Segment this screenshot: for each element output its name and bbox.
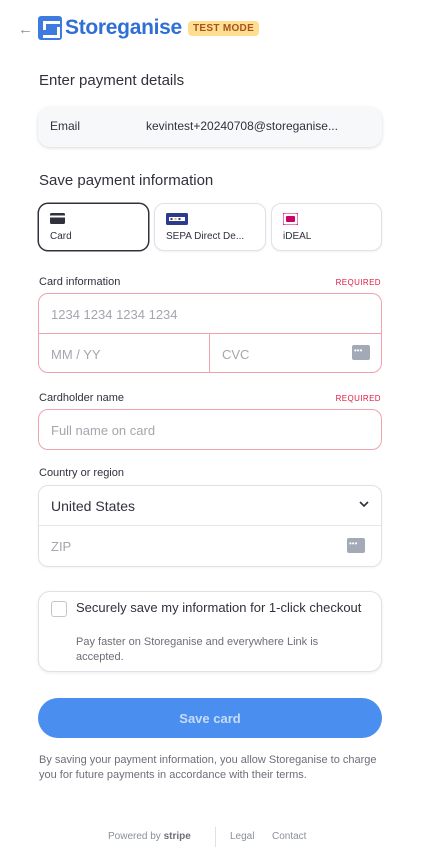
consent-text: By saving your payment information, you … [39, 754, 377, 781]
email-label: Email [50, 119, 81, 133]
country-select[interactable]: United States [39, 486, 381, 526]
back-arrow-icon[interactable]: ← [18, 22, 33, 38]
chevron-down-icon [359, 501, 369, 508]
card-icon [50, 213, 65, 224]
ideal-icon [283, 213, 298, 225]
powered-by-text: Powered by [108, 831, 161, 842]
footer-divider [215, 827, 216, 847]
country-value: United States [51, 498, 136, 514]
powered-by[interactable]: Powered by stripe [108, 831, 191, 842]
cvc-input[interactable]: CVC [210, 334, 381, 372]
expiry-input[interactable]: MM / YY [39, 334, 210, 372]
stripe-logo: stripe [163, 831, 191, 842]
save-card-button[interactable]: Save card [38, 698, 382, 738]
card-number-input[interactable]: 1234 1234 1234 1234 [39, 294, 381, 334]
storeganise-logo-icon [38, 16, 62, 40]
cvc-placeholder: CVC [222, 347, 250, 362]
country-region-label: Country or region [39, 467, 124, 479]
card-information-group: 1234 1234 1234 1234 MM / YY CVC [38, 293, 382, 373]
email-value: kevintest+20240708@storeganise... [146, 119, 338, 133]
header: ← Storeganise TEST MODE [0, 14, 433, 46]
payment-method-sepa-tab[interactable]: SEPA Direct De... [154, 203, 266, 251]
email-row: Email kevintest+20240708@storeganise... [38, 107, 382, 147]
sepa-icon [166, 213, 188, 225]
link-save-info-box: Securely save my information for 1-click… [38, 591, 382, 672]
save-info-checkbox[interactable] [51, 601, 67, 617]
cvc-card-icon [352, 345, 370, 360]
payment-method-label: SEPA Direct De... [166, 231, 245, 242]
autofill-icon [347, 538, 365, 553]
country-address-group: United States ZIP [38, 485, 382, 567]
legal-link[interactable]: Legal [230, 831, 254, 842]
contact-link[interactable]: Contact [272, 831, 306, 842]
payment-method-ideal-tab[interactable]: iDEAL [271, 203, 382, 251]
zip-input[interactable]: ZIP [39, 526, 381, 566]
cardholder-name-label: Cardholder name [39, 392, 124, 404]
card-information-label: Card information [39, 276, 121, 288]
payment-method-label: iDEAL [283, 231, 312, 242]
cardholder-name-placeholder: Full name on card [51, 423, 156, 438]
save-info-description: Pay faster on Storeganise and everywhere… [76, 636, 319, 663]
card-number-placeholder: 1234 1234 1234 1234 [51, 307, 178, 322]
brand-name: Storeganise [65, 16, 182, 39]
payment-method-label: Card [50, 231, 72, 242]
test-mode-badge: TEST MODE [188, 21, 260, 36]
save-info-title[interactable]: Securely save my information for 1-click… [76, 600, 366, 616]
save-payment-title: Save payment information [39, 172, 214, 189]
brand-logo: Storeganise [38, 16, 182, 40]
cardholder-name-input[interactable]: Full name on card [38, 409, 382, 450]
zip-placeholder: ZIP [51, 539, 72, 554]
required-indicator: REQUIRED [335, 394, 381, 403]
payment-details-title: Enter payment details [39, 72, 185, 89]
footer: Powered by stripe Legal Contact [0, 827, 433, 847]
payment-method-card-tab[interactable]: Card [38, 203, 149, 251]
expiry-placeholder: MM / YY [51, 347, 101, 362]
required-indicator: REQUIRED [335, 278, 381, 287]
